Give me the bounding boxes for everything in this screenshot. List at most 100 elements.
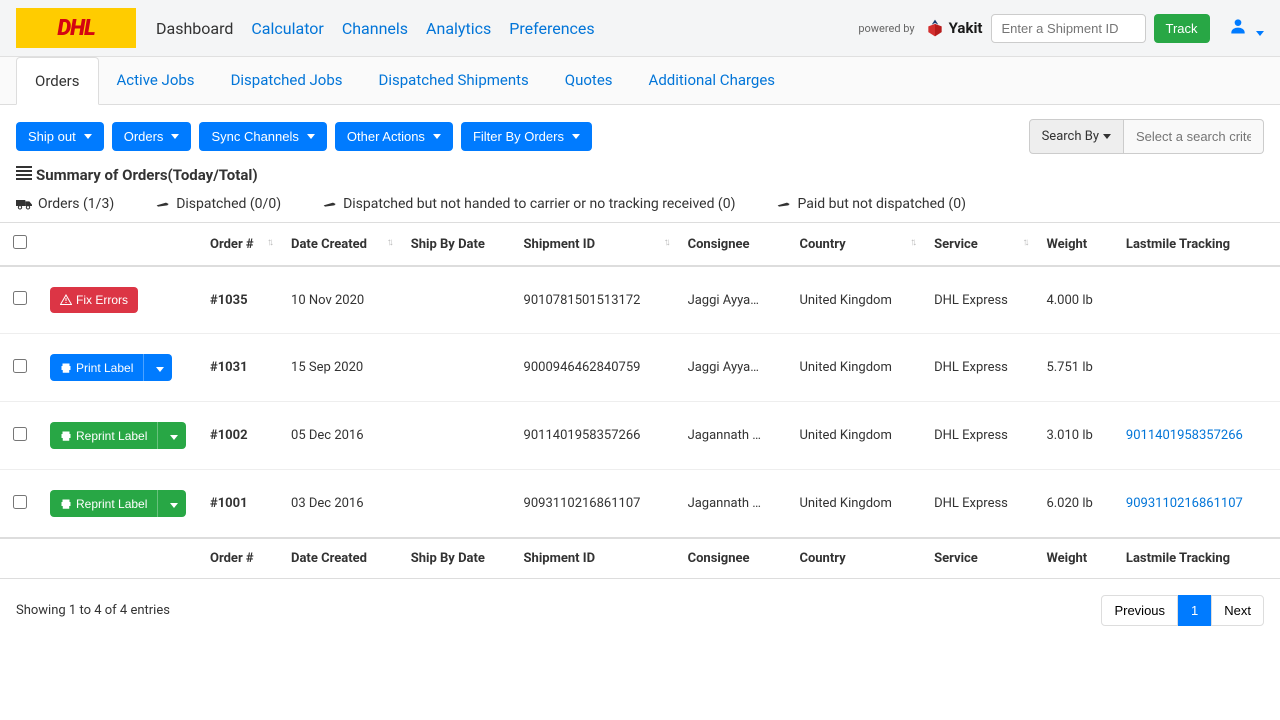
col-ship-by[interactable]: Ship By Date [401,223,514,267]
pagination: Previous 1 Next [1101,595,1264,626]
shipment-id-input[interactable] [991,14,1146,43]
cell-date: 05 Dec 2016 [281,402,401,470]
other-actions-label: Other Actions [347,129,425,144]
tab-additional-charges[interactable]: Additional Charges [631,57,794,104]
sort-icon: ↑↓ [664,237,668,248]
cell-consignee: Jaggi Ayya… [678,266,790,334]
list-icon [16,166,32,184]
page-1-button[interactable]: 1 [1178,595,1211,626]
cell-shipment: 9093110216861107 [514,470,678,539]
summary-not-handed: Dispatched but not handed to carrier or … [321,196,735,212]
sort-icon: ↑↓ [1022,237,1026,248]
col-lastmile[interactable]: Lastmile Tracking [1116,223,1280,267]
cell-weight: 3.010 lb [1036,402,1115,470]
reprint-label-label: Reprint Label [76,429,147,443]
chevron-down-icon [84,134,92,139]
next-button[interactable]: Next [1211,595,1264,626]
col-date-created[interactable]: Date Created↑↓ [281,223,401,267]
tab-quotes[interactable]: Quotes [547,57,631,104]
chevron-down-icon [307,134,315,139]
other-actions-button[interactable]: Other Actions [335,122,453,151]
tab-orders[interactable]: Orders [16,57,99,105]
search-criteria-input[interactable] [1124,119,1264,154]
fix-errors-button[interactable]: Fix Errors [50,287,138,313]
cell-service: DHL Express [924,470,1036,539]
nav-channels[interactable]: Channels [342,19,408,38]
chevron-down-icon [1256,31,1264,36]
cell-consignee: Jaggi Ayya… [678,334,790,402]
tracking-link[interactable]: 9011401958357266 [1126,428,1243,443]
yakit-icon [925,18,945,38]
print-label-label: Print Label [76,361,133,375]
summary-orders: Orders (1/3) [16,196,114,212]
filter-by-orders-button[interactable]: Filter By Orders [461,122,592,151]
col-weight[interactable]: Weight [1036,223,1115,267]
cell-order: #1035 [200,266,281,334]
summary-not-handed-text: Dispatched but not handed to carrier or … [343,196,735,212]
tab-active-jobs[interactable]: Active Jobs [99,57,213,104]
sync-channels-button[interactable]: Sync Channels [199,122,326,151]
orders-table: Order #↑↓ Date Created↑↓ Ship By Date Sh… [0,222,1280,579]
plane-icon [321,197,337,211]
search-by-label: Search By [1042,129,1099,144]
cell-order: #1001 [200,470,281,539]
foot-service: Service [924,538,1036,579]
cell-date: 03 Dec 2016 [281,470,401,539]
cell-shipment: 9000946462840759 [514,334,678,402]
cell-weight: 4.000 lb [1036,266,1115,334]
nav-preferences[interactable]: Preferences [509,19,594,38]
ship-out-label: Ship out [28,129,76,144]
row-checkbox[interactable] [13,291,27,305]
track-button[interactable]: Track [1154,14,1210,43]
table-row: Reprint Label #1001 03 Dec 2016 90931102… [0,470,1280,539]
cell-country: United Kingdom [789,266,924,334]
reprint-label-button[interactable]: Reprint Label [50,490,157,517]
nav-dashboard[interactable]: Dashboard [156,19,233,38]
foot-lastmile: Lastmile Tracking [1116,538,1280,579]
col-consignee[interactable]: Consignee [678,223,790,267]
reprint-label-button[interactable]: Reprint Label [50,422,157,449]
cell-country: United Kingdom [789,334,924,402]
print-label-button[interactable]: Print Label [50,354,143,381]
nav-analytics[interactable]: Analytics [426,19,491,38]
summary-dispatched-text: Dispatched (0/0) [176,196,281,212]
tab-dispatched-jobs[interactable]: Dispatched Jobs [213,57,361,104]
previous-button[interactable]: Previous [1101,595,1178,626]
cell-service: DHL Express [924,334,1036,402]
chevron-down-icon [171,134,179,139]
table-row: Print Label #1031 15 Sep 2020 9000946462… [0,334,1280,402]
row-checkbox[interactable] [13,495,27,509]
cell-order: #1002 [200,402,281,470]
search-by-dropdown[interactable]: Search By [1029,119,1124,154]
col-service[interactable]: Service↑↓ [924,223,1036,267]
ship-out-button[interactable]: Ship out [16,122,104,151]
print-label-caret[interactable] [143,354,172,381]
row-checkbox[interactable] [13,359,27,373]
cell-shipment: 9011401958357266 [514,402,678,470]
table-row: Reprint Label #1002 05 Dec 2016 90114019… [0,402,1280,470]
tracking-link[interactable]: 9093110216861107 [1126,496,1243,511]
print-icon [60,498,72,510]
select-all-checkbox[interactable] [13,235,27,249]
tab-dispatched-shipments[interactable]: Dispatched Shipments [361,57,547,104]
reprint-label-caret[interactable] [157,422,186,449]
sort-icon: ↑↓ [910,237,914,248]
row-checkbox[interactable] [13,427,27,441]
truck-icon [16,197,32,211]
dhl-logo[interactable]: DHL [16,8,136,48]
cell-order: #1031 [200,334,281,402]
col-shipment-id[interactable]: Shipment ID↑↓ [514,223,678,267]
chevron-down-icon [572,134,580,139]
cell-weight: 5.751 lb [1036,334,1115,402]
chevron-down-icon [170,503,178,508]
user-menu-icon[interactable] [1228,16,1264,41]
orders-button[interactable]: Orders [112,122,192,151]
col-order-no[interactable]: Order #↑↓ [200,223,281,267]
col-country[interactable]: Country↑↓ [789,223,924,267]
yakit-logo: Yakit [925,18,983,38]
reprint-label-caret[interactable] [157,490,186,517]
foot-consignee: Consignee [678,538,790,579]
cell-country: United Kingdom [789,470,924,539]
nav-calculator[interactable]: Calculator [251,19,323,38]
cell-consignee: Jagannath … [678,470,790,539]
